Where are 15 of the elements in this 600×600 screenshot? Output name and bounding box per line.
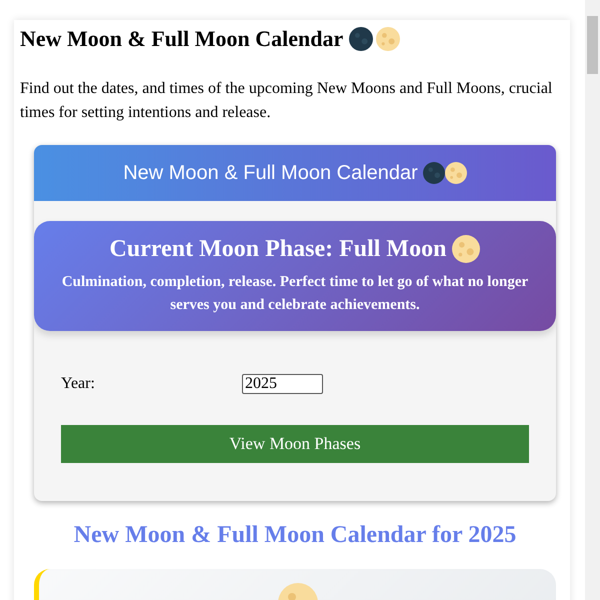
- widget-title: New Moon & Full Moon Calendar: [123, 162, 418, 184]
- phase-description: Culmination, completion, release. Perfect time to let go of what no longer serves you and celebrate achievements.: [60, 273, 530, 315]
- year-label: Year:: [61, 375, 96, 393]
- scrollbar[interactable]: [585, 0, 600, 600]
- current-phase-title: Current Moon Phase: Full Moon: [110, 236, 446, 262]
- intro-text: Find out the dates, and times of the upcoming New Moons and Full Moons, crucial times for setting intentions and release.: [20, 79, 554, 123]
- new-moon-icon: [349, 27, 374, 51]
- full-moon-icon: [376, 27, 400, 51]
- page-title: New Moon & Full Moon Calendar: [20, 26, 344, 52]
- full-moon-icon: [452, 235, 480, 263]
- view-moon-phases-button[interactable]: View Moon Phases: [61, 425, 529, 463]
- new-moon-icon: [422, 162, 445, 184]
- year-input[interactable]: 2025: [242, 374, 323, 394]
- full-moon-icon: [444, 162, 467, 184]
- calendar-heading: New Moon & Full Moon Calendar for 2025: [72, 522, 518, 549]
